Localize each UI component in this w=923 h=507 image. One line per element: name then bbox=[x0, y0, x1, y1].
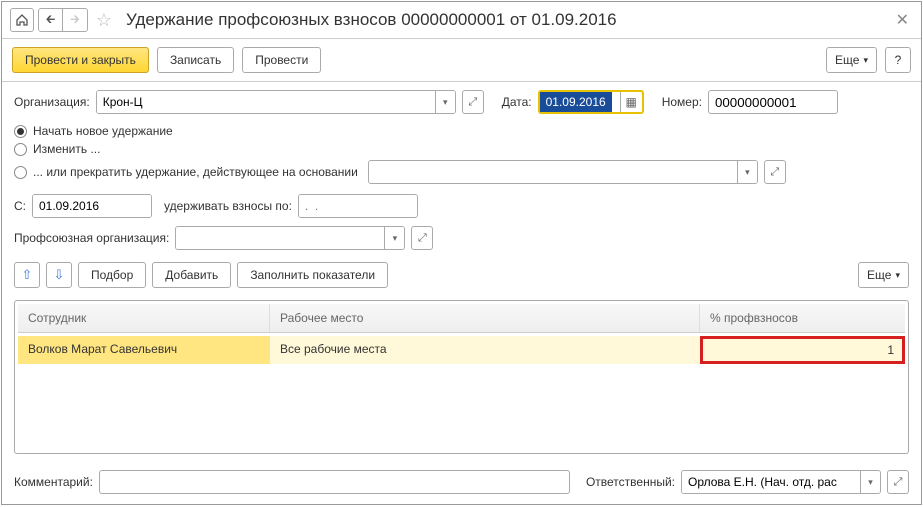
table-body: Волков Марат Савельевич Все рабочие мест… bbox=[18, 336, 905, 453]
chevron-down-icon: ▾ bbox=[393, 233, 398, 244]
period-row: С: ▦ удерживать взносы по: ▦ bbox=[14, 194, 909, 218]
organization-dropdown[interactable]: ▾ bbox=[435, 91, 455, 113]
radio-stop[interactable] bbox=[14, 166, 27, 179]
save-button[interactable]: Записать bbox=[157, 47, 234, 73]
union-combo[interactable]: ▾ bbox=[175, 226, 405, 250]
comment-input[interactable] bbox=[99, 470, 570, 494]
close-button[interactable]: ✕ bbox=[892, 10, 913, 30]
organization-combo[interactable]: ▾ bbox=[96, 90, 456, 114]
date-value: 01.09.2016 bbox=[540, 92, 612, 112]
responsible-label: Ответственный: bbox=[586, 475, 675, 489]
fill-button[interactable]: Заполнить показатели bbox=[237, 262, 388, 288]
date-field[interactable]: 01.09.2016 ▦ bbox=[538, 90, 644, 114]
move-down-button[interactable]: ⇩ bbox=[46, 262, 72, 288]
union-label: Профсоюзная организация: bbox=[14, 231, 169, 245]
main-toolbar: Провести и закрыть Записать Провести Еще… bbox=[2, 39, 921, 82]
post-button[interactable]: Провести bbox=[242, 47, 321, 73]
radio-stop-label: ... или прекратить удержание, действующе… bbox=[33, 165, 358, 179]
to-label: удерживать взносы по: bbox=[164, 199, 292, 213]
union-row: Профсоюзная организация: ▾ ⤢ bbox=[14, 226, 909, 250]
radio-start-label: Начать новое удержание bbox=[33, 124, 173, 138]
radio-group: Начать новое удержание Изменить ... ... … bbox=[14, 122, 909, 186]
table-header: Сотрудник Рабочее место % профвзносов bbox=[18, 304, 905, 333]
basis-dropdown[interactable]: ▾ bbox=[737, 161, 757, 183]
chevron-down-icon: ▾ bbox=[745, 167, 750, 178]
union-open-button[interactable]: ⤢ bbox=[411, 226, 433, 250]
home-button[interactable] bbox=[10, 8, 34, 32]
help-button[interactable]: ? bbox=[885, 47, 911, 73]
post-and-close-button[interactable]: Провести и закрыть bbox=[12, 47, 149, 73]
organization-label: Организация: bbox=[14, 95, 90, 109]
union-dropdown[interactable]: ▾ bbox=[384, 227, 404, 249]
header-row: Организация: ▾ ⤢ Дата: 01.09.2016 ▦ Номе… bbox=[14, 90, 909, 114]
from-date-field[interactable]: ▦ bbox=[32, 194, 152, 218]
cell-workplace[interactable]: Все рабочие места bbox=[270, 336, 700, 364]
col-employee[interactable]: Сотрудник bbox=[18, 304, 270, 332]
cell-employee[interactable]: Волков Марат Савельевич bbox=[18, 336, 270, 364]
to-date-field[interactable]: ▦ bbox=[298, 194, 418, 218]
arrow-up-icon: ⇧ bbox=[22, 267, 33, 283]
organization-input[interactable] bbox=[97, 91, 435, 113]
table-more-button[interactable]: Еще ▾ bbox=[858, 262, 909, 288]
employees-table: Сотрудник Рабочее место % профвзносов Во… bbox=[14, 300, 909, 454]
table-row[interactable]: Волков Марат Савельевич Все рабочие мест… bbox=[18, 336, 905, 364]
add-button[interactable]: Добавить bbox=[152, 262, 231, 288]
titlebar: 🡰 🡲 ☆ Удержание профсоюзных взносов 0000… bbox=[2, 2, 921, 39]
chevron-down-icon: ▾ bbox=[863, 55, 868, 66]
col-workplace[interactable]: Рабочее место bbox=[270, 304, 700, 332]
window-title: Удержание профсоюзных взносов 0000000000… bbox=[126, 10, 888, 30]
number-input[interactable] bbox=[708, 90, 838, 114]
content-area: Организация: ▾ ⤢ Дата: 01.09.2016 ▦ Номе… bbox=[2, 82, 921, 462]
forward-button[interactable]: 🡲 bbox=[63, 9, 87, 31]
app-window: 🡰 🡲 ☆ Удержание профсоюзных взносов 0000… bbox=[1, 1, 922, 505]
radio-start[interactable] bbox=[14, 125, 27, 138]
responsible-open-button[interactable]: ⤢ bbox=[887, 470, 909, 494]
chevron-down-icon: ▾ bbox=[895, 270, 900, 281]
responsible-combo[interactable]: ▾ bbox=[681, 470, 881, 494]
basis-combo[interactable]: ▾ bbox=[368, 160, 758, 184]
calendar-icon: ▦ bbox=[626, 95, 637, 109]
open-icon: ⤢ bbox=[770, 166, 779, 179]
open-icon: ⤢ bbox=[468, 96, 477, 109]
table-toolbar: ⇧ ⇩ Подбор Добавить Заполнить показатели… bbox=[14, 258, 909, 288]
from-date-input[interactable] bbox=[33, 195, 152, 217]
chevron-down-icon: ▾ bbox=[443, 97, 448, 108]
date-picker-button[interactable]: ▦ bbox=[620, 92, 642, 112]
arrow-down-icon: ⇩ bbox=[54, 267, 65, 283]
number-label: Номер: bbox=[662, 95, 702, 109]
comment-label: Комментарий: bbox=[14, 475, 93, 489]
close-icon: ✕ bbox=[896, 12, 909, 29]
basis-input[interactable] bbox=[369, 161, 737, 183]
responsible-input[interactable] bbox=[682, 471, 860, 493]
radio-stop-row[interactable]: ... или прекратить удержание, действующе… bbox=[14, 158, 909, 186]
pick-button[interactable]: Подбор bbox=[78, 262, 146, 288]
radio-change[interactable] bbox=[14, 143, 27, 156]
col-percent[interactable]: % профвзносов bbox=[700, 304, 905, 332]
open-icon: ⤢ bbox=[894, 476, 903, 489]
more-button[interactable]: Еще ▾ bbox=[826, 47, 877, 73]
nav-group: 🡰 🡲 bbox=[38, 8, 88, 32]
favorite-button[interactable]: ☆ bbox=[92, 8, 116, 32]
radio-change-label: Изменить ... bbox=[33, 142, 100, 156]
star-icon: ☆ bbox=[96, 10, 112, 31]
basis-open-button[interactable]: ⤢ bbox=[764, 160, 786, 184]
radio-change-row[interactable]: Изменить ... bbox=[14, 140, 909, 158]
open-icon: ⤢ bbox=[418, 232, 427, 245]
cell-percent[interactable]: 1 bbox=[700, 336, 905, 364]
date-label: Дата: bbox=[502, 95, 532, 109]
to-date-input[interactable] bbox=[299, 195, 418, 217]
responsible-dropdown[interactable]: ▾ bbox=[860, 471, 880, 493]
move-up-button[interactable]: ⇧ bbox=[14, 262, 40, 288]
organization-open-button[interactable]: ⤢ bbox=[462, 90, 484, 114]
home-icon bbox=[15, 13, 29, 27]
from-label: С: bbox=[14, 199, 26, 213]
union-input[interactable] bbox=[176, 227, 384, 249]
footer: Комментарий: Ответственный: ▾ ⤢ bbox=[2, 462, 921, 504]
radio-start-row[interactable]: Начать новое удержание bbox=[14, 122, 909, 140]
back-button[interactable]: 🡰 bbox=[39, 9, 63, 31]
chevron-down-icon: ▾ bbox=[868, 477, 873, 488]
